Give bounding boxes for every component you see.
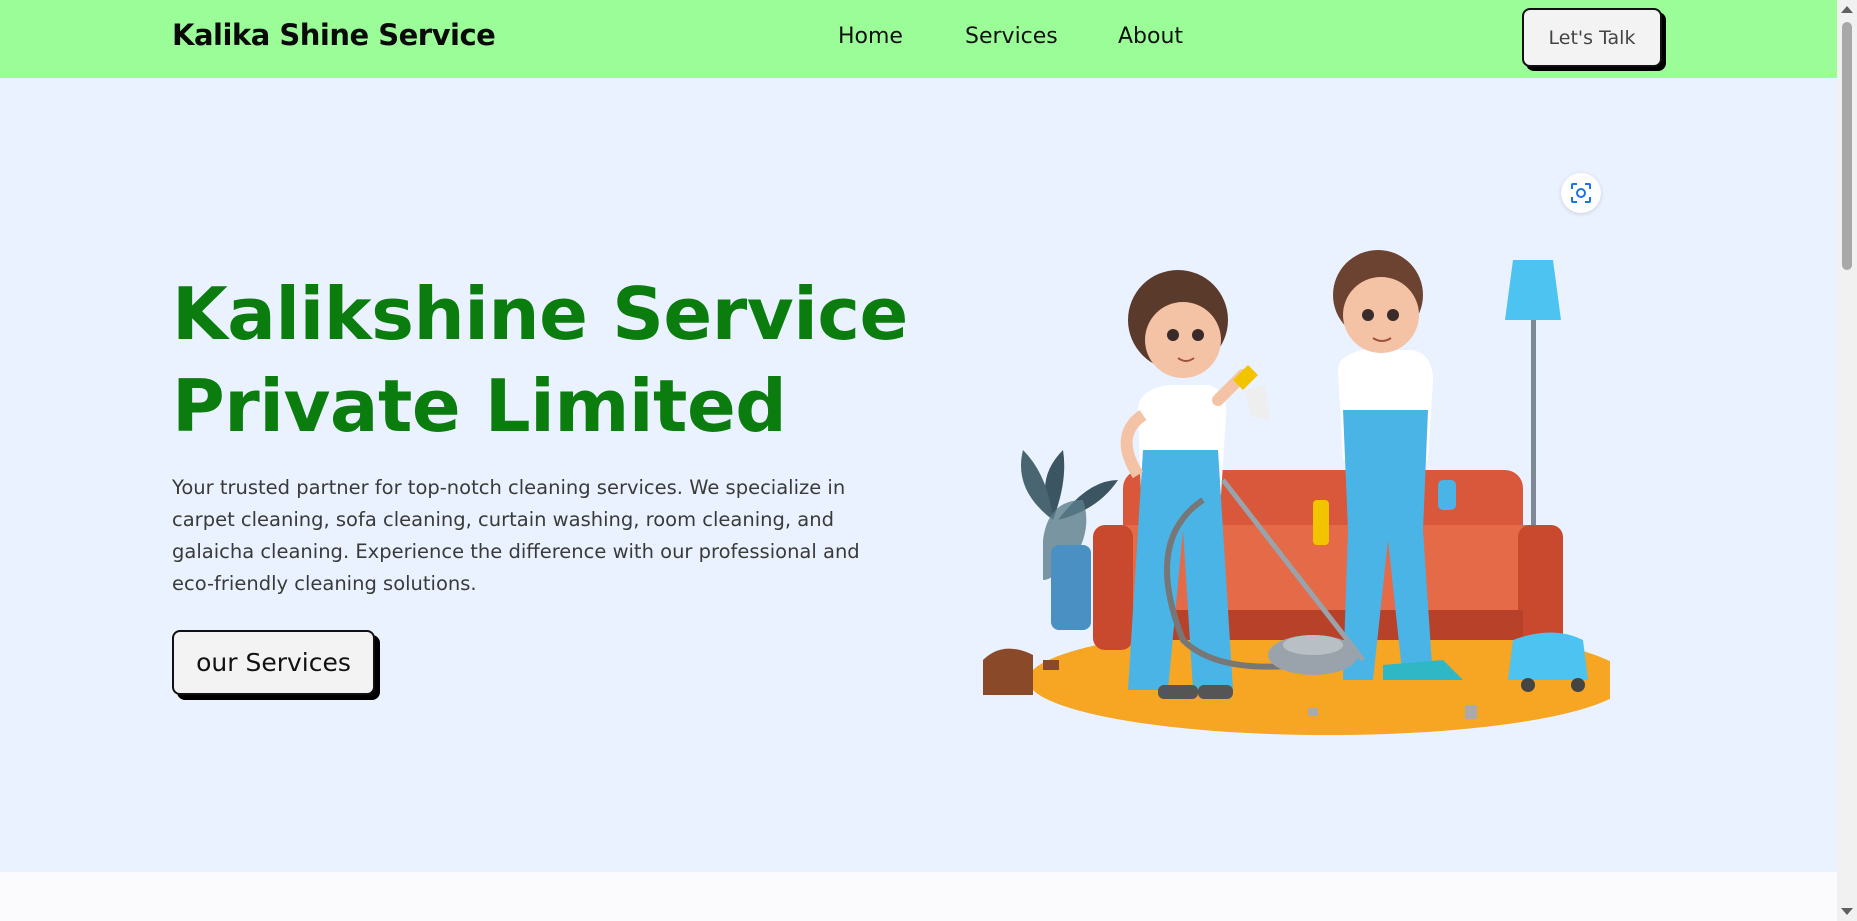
hero-title: Kalikshine Service Private Limited [172, 268, 932, 452]
scrollbar-thumb[interactable] [1842, 22, 1852, 270]
nav-services[interactable]: Services [965, 24, 1058, 49]
brand-logo-text[interactable]: Kalika Shine Service [172, 18, 496, 52]
cleaning-illustration [983, 250, 1610, 735]
site-header: Kalika Shine Service Home Services About… [0, 0, 1837, 78]
scroll-up-icon[interactable] [1841, 6, 1853, 13]
nav-home[interactable]: Home [838, 24, 903, 49]
nav-about[interactable]: About [1118, 24, 1183, 49]
next-section [0, 872, 1837, 921]
hero-title-line1: Kalikshine Service [172, 272, 908, 356]
scroll-down-icon[interactable] [1841, 908, 1853, 915]
lens-search-icon[interactable] [1561, 173, 1601, 213]
hero-description: Your trusted partner for top-notch clean… [172, 476, 860, 595]
hero-title-line2: Private Limited [172, 364, 787, 448]
our-services-button[interactable]: our Services [172, 630, 375, 695]
page-scrollbar[interactable] [1837, 0, 1857, 921]
lets-talk-button[interactable]: Let's Talk [1522, 8, 1662, 67]
